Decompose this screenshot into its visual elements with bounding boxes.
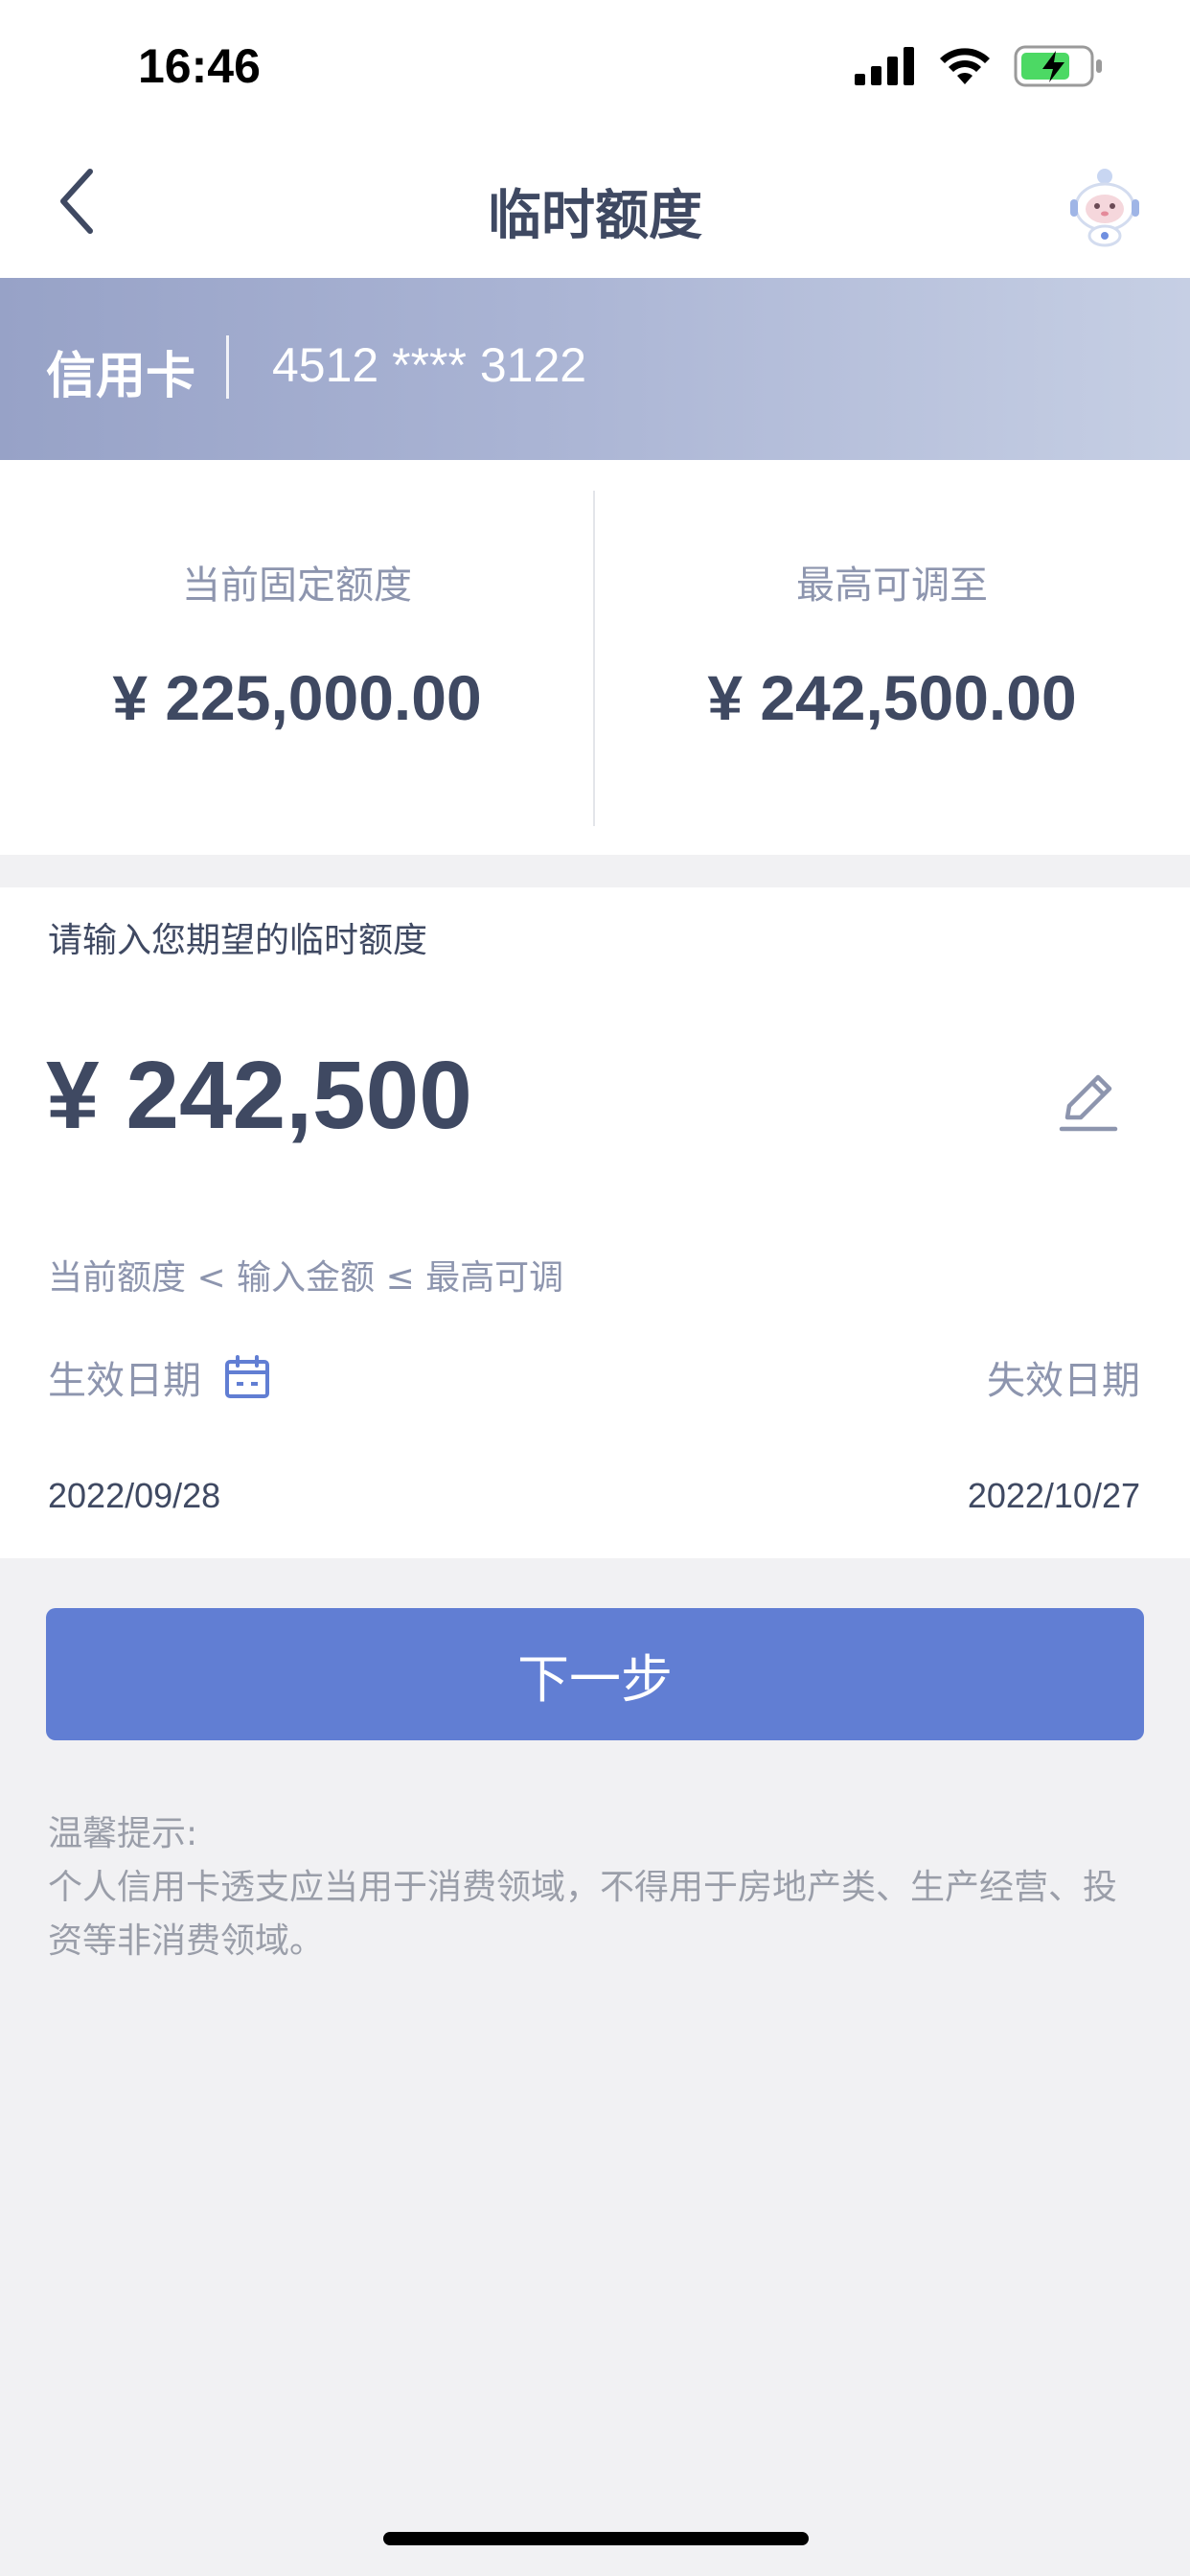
- effective-date-field[interactable]: 生效日期: [48, 1349, 270, 1405]
- assistant-avatar-button[interactable]: [1062, 163, 1148, 249]
- effective-date-label: 生效日期: [48, 1359, 201, 1403]
- next-step-button[interactable]: 下一步: [46, 1608, 1144, 1740]
- status-bar: 16:46: [0, 0, 1190, 134]
- expiry-date-value: 2022/10/27: [967, 1476, 1140, 1515]
- tips-title: 温馨提示:: [48, 1814, 198, 1853]
- current-limit: 当前固定额度 ¥ 225,000.00: [0, 460, 594, 855]
- edit-pencil-icon: [1059, 1074, 1118, 1132]
- wifi-icon: [940, 48, 990, 84]
- max-limit-value: ¥ 242,500.00: [707, 662, 1077, 733]
- effective-date-value: 2022/09/28: [48, 1476, 221, 1515]
- calendar-icon[interactable]: [224, 1355, 270, 1399]
- page-title: 临时额度: [488, 185, 702, 247]
- expiry-date-label: 失效日期: [987, 1359, 1140, 1403]
- signal-icon: [855, 47, 914, 85]
- status-icons: [855, 42, 1104, 90]
- tips: 温馨提示: 个人信用卡透支应当用于消费领域，不得用于房地产类、生产经营、投资等非…: [48, 1807, 1150, 1968]
- card-banner: 信用卡 4512 **** 3122: [0, 278, 1190, 460]
- navigation-bar: 临时额度: [0, 134, 1190, 278]
- amount-prompt: 请输入您期望的临时额度: [48, 921, 428, 960]
- home-indicator[interactable]: [383, 2532, 809, 2545]
- status-time: 16:46: [138, 39, 261, 93]
- card-divider: [226, 335, 229, 399]
- battery-charging-icon: [1014, 45, 1102, 87]
- limits-panel: 当前固定额度 ¥ 225,000.00 最高可调至 ¥ 242,500.00: [0, 460, 1190, 855]
- card-type-label: 信用卡: [46, 348, 196, 405]
- amount-input[interactable]: ¥ 242,500: [46, 1041, 472, 1151]
- range-hint: 当前额度 < 输入金额 ≤ 最高可调: [48, 1258, 564, 1298]
- max-limit-label: 最高可调至: [796, 564, 988, 608]
- robot-assistant-icon: [1070, 169, 1139, 247]
- current-limit-label: 当前固定额度: [182, 564, 412, 608]
- max-limit: 最高可调至 ¥ 242,500.00: [595, 460, 1189, 855]
- card-number: 4512 **** 3122: [272, 338, 587, 392]
- current-limit-value: ¥ 225,000.00: [112, 662, 482, 733]
- edit-amount-button[interactable]: [1056, 1070, 1123, 1137]
- temporary-limit-form: 请输入您期望的临时额度 ¥ 242,500 当前额度 < 输入金额 ≤ 最高可调…: [0, 887, 1190, 1558]
- tips-body: 个人信用卡透支应当用于消费领域，不得用于房地产类、生产经营、投资等非消费领域。: [48, 1868, 1118, 1961]
